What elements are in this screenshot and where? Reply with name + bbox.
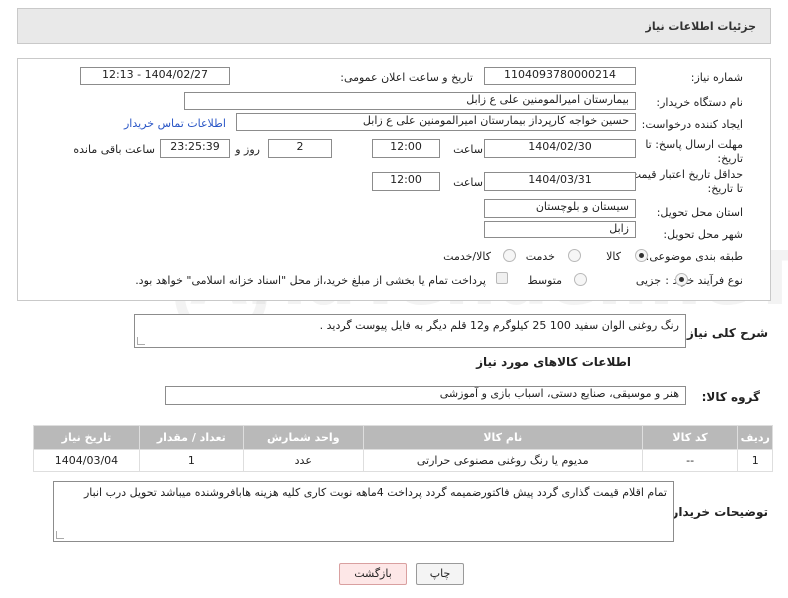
description-text: رنگ روغنی الوان سفید 100 25 کیلوگرم و12 … (319, 319, 679, 332)
category-option-service[interactable]: خدمت (526, 250, 555, 263)
deadline-time-label: ساعت (453, 143, 483, 156)
item-quantity: 1 (138, 449, 244, 472)
validity-label: حداقل تاریخ اعتبار قیمت: (627, 168, 743, 181)
need-number-label: شماره نیاز: (690, 71, 743, 84)
validity-time-label: ساعت (453, 176, 483, 189)
page-title: جزئیات اطلاعات نیاز (645, 20, 757, 33)
description-textarea[interactable]: رنگ روغنی الوان سفید 100 25 کیلوگرم و12 … (134, 314, 686, 348)
row-number: 1 (737, 449, 773, 472)
goods-section-title: اطلاعات کالاهای مورد نیاز (476, 355, 631, 369)
city-label: شهر محل تحویل: (663, 228, 743, 241)
deadline-label-date: تاریخ: (717, 152, 743, 165)
need-number-field[interactable]: 1104093780000214 (484, 67, 636, 85)
col-unit-header: واحد شمارش (242, 425, 364, 450)
buyer-org-field[interactable]: بیمارستان امیرالمومنین علی ع زابل (184, 92, 636, 110)
category-option-both[interactable]: کالا/خدمت (443, 250, 491, 263)
validity-date-field[interactable]: 1404/03/31 (484, 172, 636, 191)
item-name: مدیوم یا رنگ روغنی مصنوعی حرارتی (362, 449, 643, 472)
province-field[interactable]: سیستان و بلوچستان (484, 199, 636, 218)
back-button[interactable]: بازگشت (339, 563, 407, 585)
goods-group-field[interactable]: هنر و موسیقی، صنایع دستی، اسباب بازی و آ… (165, 386, 686, 405)
category-label: طبقه بندی موضوعی: (645, 250, 743, 263)
treasury-payment-note: پرداخت تمام یا بخشی از مبلغ خرید،از محل … (135, 274, 486, 287)
deadline-label: مهلت ارسال پاسخ: تا (645, 138, 743, 151)
item-unit: عدد (242, 449, 364, 472)
col-code-header: کد کالا (641, 425, 739, 450)
buyer-contact-link[interactable]: اطلاعات تماس خریدار (124, 117, 226, 130)
validity-time-field[interactable]: 12:00 (372, 172, 440, 191)
process-option-minor[interactable]: جزیی (636, 274, 661, 287)
resize-grip-icon[interactable] (56, 531, 64, 539)
process-radio-minor[interactable] (675, 273, 688, 286)
buyer-org-label: نام دستگاه خریدار: (656, 96, 743, 109)
deadline-time-field[interactable]: 12:00 (372, 139, 440, 158)
buyer-notes-label: توضیحات خریدار: (666, 505, 768, 519)
remaining-time-label: ساعت باقی مانده (73, 143, 155, 156)
category-radio-goods[interactable] (635, 249, 648, 262)
page-header: جزئیات اطلاعات نیاز (17, 8, 771, 44)
province-label: استان محل تحویل: (656, 206, 743, 219)
days-remaining-field[interactable]: 2 (268, 139, 332, 158)
remaining-time-field: 23:25:39 (160, 139, 230, 158)
validity-label-date: تا تاریخ: (707, 182, 743, 195)
announce-label: تاریخ و ساعت اعلان عمومی: (340, 71, 473, 84)
process-radio-medium[interactable] (574, 273, 587, 286)
buyer-notes-textarea[interactable]: تمام اقلام قیمت گذاری گردد پیش فاکتورضمی… (53, 481, 674, 542)
goods-table: ردیف کد کالا نام کالا واحد شمارش تعداد /… (33, 425, 773, 472)
category-option-goods[interactable]: کالا (606, 250, 621, 263)
announce-datetime-field[interactable]: 1404/02/27 - 12:13 (80, 67, 230, 85)
requester-label: ایجاد کننده درخواست: (641, 118, 743, 131)
table-row[interactable]: 1 -- مدیوم یا رنگ روغنی مصنوعی حرارتی عد… (33, 449, 773, 472)
print-button[interactable]: چاپ (416, 563, 464, 585)
col-date-header: تاریخ نیاز (33, 425, 140, 450)
description-label: شرح کلی نیاز: (682, 326, 768, 340)
resize-grip-icon[interactable] (137, 337, 145, 345)
goods-group-label: گروه کالا: (701, 390, 760, 404)
deadline-date-field[interactable]: 1404/02/30 (484, 139, 636, 158)
item-need-date: 1404/03/04 (33, 449, 140, 472)
col-row-header: ردیف (737, 425, 773, 450)
process-option-medium[interactable]: متوسط (527, 274, 562, 287)
requester-field[interactable]: حسین خواجه کارپرداز بیمارستان امیرالمومن… (236, 113, 636, 131)
col-name-header: نام کالا (362, 425, 643, 450)
treasury-payment-checkbox[interactable] (496, 272, 508, 284)
city-field[interactable]: زابل (484, 221, 636, 238)
days-word: روز و (235, 143, 260, 156)
category-radio-both[interactable] (503, 249, 516, 262)
buyer-notes-text: تمام اقلام قیمت گذاری گردد پیش فاکتورضمی… (83, 486, 667, 499)
category-radio-service[interactable] (568, 249, 581, 262)
col-quantity-header: تعداد / مقدار (138, 425, 244, 450)
item-code: -- (641, 449, 739, 472)
goods-table-header: ردیف کد کالا نام کالا واحد شمارش تعداد /… (33, 425, 773, 450)
